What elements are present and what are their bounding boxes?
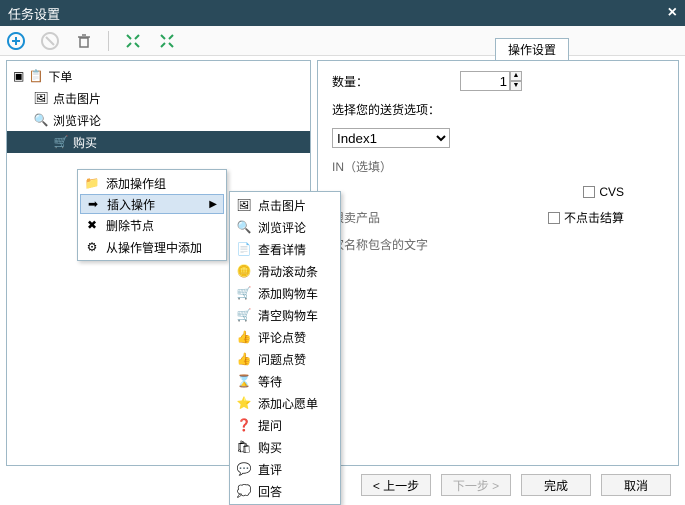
live-icon: 💬 — [236, 461, 252, 477]
checkbox-box-icon — [583, 186, 595, 198]
stop-icon[interactable] — [40, 31, 60, 51]
tree-node-selected[interactable]: 🛒 购买 — [7, 131, 310, 153]
tree-panel: ▣ 📋 下单 🖼 点击图片 🔍 浏览评论 🛒 购买 📁 添加操作组 — [6, 60, 311, 466]
thumb-icon: 👍 — [236, 329, 252, 345]
spin-down-icon[interactable]: ▼ — [510, 81, 522, 91]
scroll-icon: 🪙 — [236, 263, 252, 279]
menu-item-insert-action[interactable]: ➡ 插入操作 ▶ — [80, 194, 224, 214]
submenu-item[interactable]: 👍问题点赞 — [232, 348, 338, 370]
tree-node-label: 点击图片 — [53, 90, 101, 107]
submenu-item[interactable]: 🖼点击图片 — [232, 194, 338, 216]
collapse-toggle-icon[interactable]: ▣ — [13, 69, 24, 83]
chevron-right-icon: ▶ — [209, 199, 217, 210]
cancel-button[interactable]: 取消 — [601, 474, 671, 496]
tree-node[interactable]: 🔍 浏览评论 — [7, 109, 310, 131]
submenu-item[interactable]: 🔍浏览评论 — [232, 216, 338, 238]
submenu-item[interactable]: ⌛等待 — [232, 370, 338, 392]
noclick-label: 不点击结算 — [564, 209, 624, 226]
toolbar — [0, 26, 685, 56]
tree-node-label: 购买 — [73, 134, 97, 151]
finish-button[interactable]: 完成 — [521, 474, 591, 496]
answer-icon: 💭 — [236, 483, 252, 499]
browse-icon: 🔍 — [33, 112, 49, 128]
qty-label: 数量： — [332, 73, 452, 90]
next-button[interactable]: 下一步 > — [441, 474, 511, 496]
menu-item-add-group[interactable]: 📁 添加操作组 — [80, 172, 224, 194]
task-icon: 📋 — [28, 68, 44, 84]
close-icon[interactable]: × — [668, 4, 677, 22]
image-icon: 🖼 — [236, 197, 252, 213]
collapse-icon[interactable] — [157, 31, 177, 51]
submenu-item[interactable]: 👍评论点赞 — [232, 326, 338, 348]
wish-icon: ⭐ — [236, 395, 252, 411]
submenu-item[interactable]: 🛍购买 — [232, 436, 338, 458]
add-icon[interactable] — [6, 31, 26, 51]
prev-button[interactable]: < 上一步 — [361, 474, 431, 496]
tab-settings[interactable]: 操作设置 — [495, 38, 569, 60]
group-icon: 📁 — [84, 175, 100, 191]
submenu-item[interactable]: 🪙滑动滚动条 — [232, 260, 338, 282]
submenu-item[interactable]: 🛒添加购物车 — [232, 282, 338, 304]
seller-label-partial: 家名称包含的文字 — [332, 236, 428, 253]
context-submenu: 🖼点击图片 🔍浏览评论 📄查看详情 🪙滑动滚动条 🛒添加购物车 🛒清空购物车 👍… — [229, 191, 341, 505]
image-icon: 🖼 — [33, 90, 49, 106]
tree-root-label: 下单 — [48, 68, 72, 85]
spin-up-icon[interactable]: ▲ — [510, 71, 522, 81]
toolbar-separator — [108, 31, 109, 51]
wait-icon: ⌛ — [236, 373, 252, 389]
qty-input[interactable] — [460, 71, 510, 91]
context-menu: 📁 添加操作组 ➡ 插入操作 ▶ ✖ 删除节点 ⚙ 从操作管理中添加 — [77, 169, 227, 261]
expand-icon[interactable] — [123, 31, 143, 51]
cart-add-icon: 🛒 — [236, 285, 252, 301]
title-bar: 任务设置 × — [0, 0, 685, 26]
cvs-checkbox[interactable]: CVS — [583, 185, 624, 199]
ask-icon: ❓ — [236, 417, 252, 433]
menu-item-delete-node[interactable]: ✖ 删除节点 — [80, 214, 224, 236]
shipping-select[interactable]: Index1 — [332, 128, 450, 148]
tree-root[interactable]: ▣ 📋 下单 — [7, 65, 310, 87]
asin-label-partial: IN（选填） — [332, 158, 392, 175]
tree-node[interactable]: 🖼 点击图片 — [7, 87, 310, 109]
cart-clear-icon: 🛒 — [236, 307, 252, 323]
trash-icon[interactable] — [74, 31, 94, 51]
buy-icon: 🛍 — [236, 439, 252, 455]
submenu-item[interactable]: ❓提问 — [232, 414, 338, 436]
delete-icon: ✖ — [84, 217, 100, 233]
submenu-item[interactable]: 📄查看详情 — [232, 238, 338, 260]
cvs-label: CVS — [599, 185, 624, 199]
library-icon: ⚙ — [84, 239, 100, 255]
detail-icon: 📄 — [236, 241, 252, 257]
noclick-checkbox[interactable]: 不点击结算 — [548, 209, 624, 226]
question-icon: 👍 — [236, 351, 252, 367]
wizard-footer: < 上一步 下一步 > 完成 取消 — [0, 470, 685, 500]
settings-panel: 数量： ▲ ▼ 选择您的送货选项： Index1 IN（选填） — [317, 60, 679, 466]
browse-icon: 🔍 — [236, 219, 252, 235]
submenu-item[interactable]: 🛒清空购物车 — [232, 304, 338, 326]
tree-node-label: 浏览评论 — [53, 112, 101, 129]
shipping-label: 选择您的送货选项： — [332, 101, 452, 118]
submenu-item[interactable]: 💬直评 — [232, 458, 338, 480]
insert-icon: ➡ — [85, 196, 101, 212]
cart-icon: 🛒 — [53, 134, 69, 150]
menu-item-add-from-lib[interactable]: ⚙ 从操作管理中添加 — [80, 236, 224, 258]
window-title: 任务设置 — [8, 4, 60, 23]
checkbox-box-icon — [548, 212, 560, 224]
submenu-item[interactable]: 💭回答 — [232, 480, 338, 502]
submenu-item[interactable]: ⭐添加心愿单 — [232, 392, 338, 414]
